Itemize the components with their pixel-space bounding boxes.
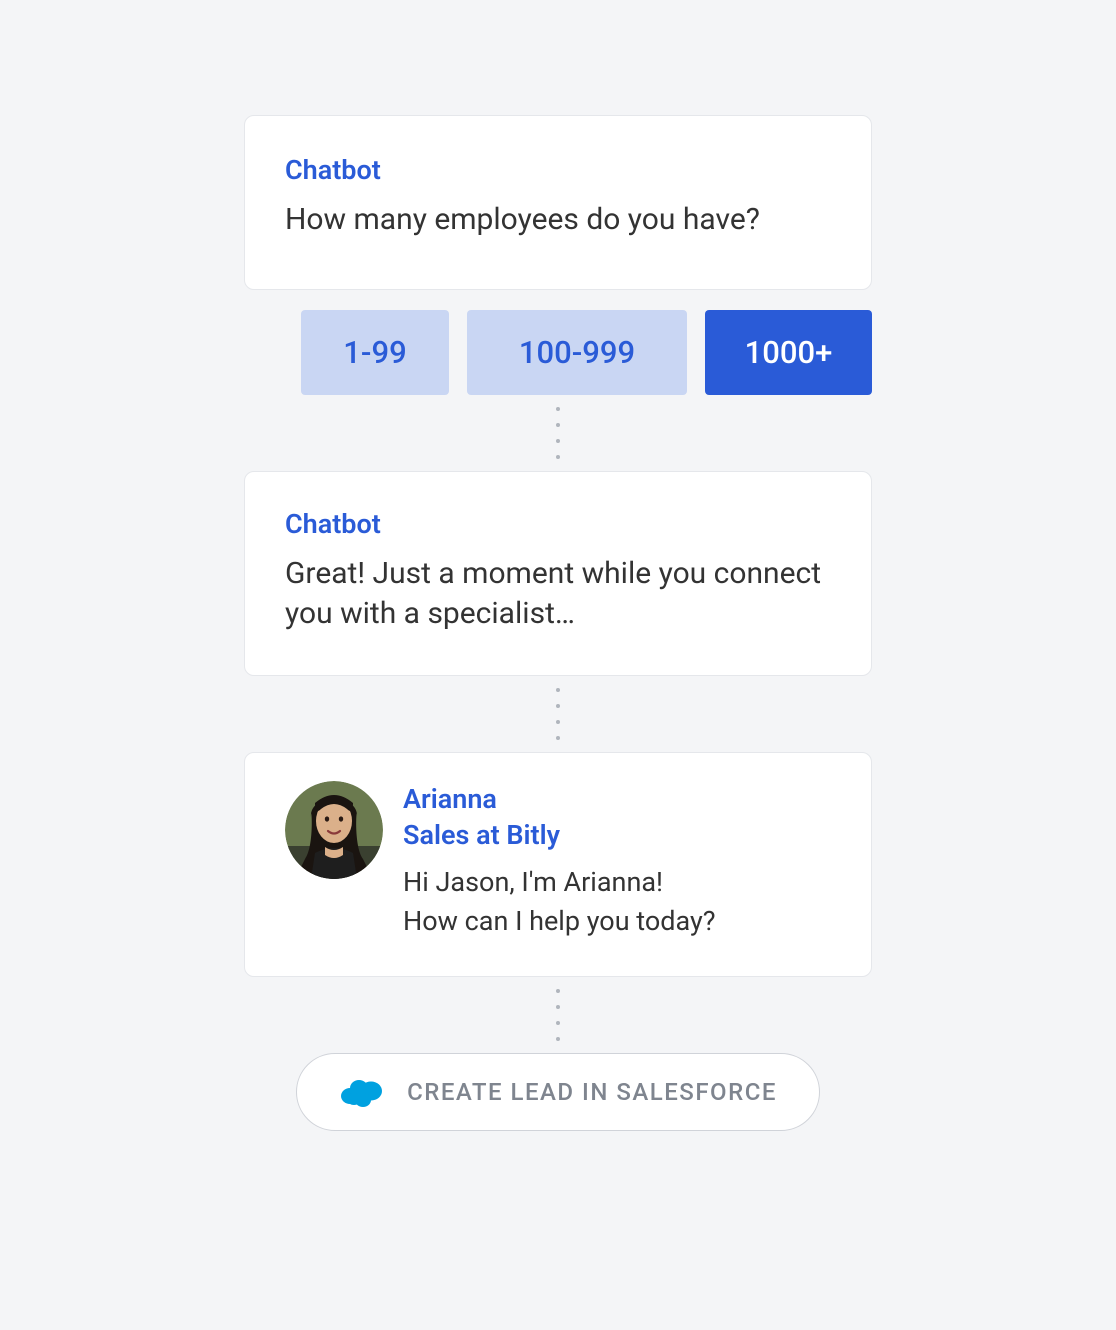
dot (556, 1021, 560, 1025)
dot (556, 704, 560, 708)
chatbot-message-card: Chatbot How many employees do you have? (244, 115, 872, 290)
option-1-99[interactable]: 1-99 (301, 310, 449, 395)
agent-message: Hi Jason, I'm Arianna! How can I help yo… (403, 863, 831, 940)
dot (556, 423, 560, 427)
chatbot-sender-label: Chatbot (285, 508, 831, 540)
dot (556, 736, 560, 740)
dot (556, 989, 560, 993)
dot (556, 407, 560, 411)
option-100-999[interactable]: 100-999 (467, 310, 687, 395)
agent-name: Arianna (403, 781, 831, 817)
dot (556, 1005, 560, 1009)
agent-message-card: Arianna Sales at Bitly Hi Jason, I'm Ari… (244, 752, 872, 978)
agent-msg-line2: How can I help you today? (403, 905, 716, 937)
create-lead-label: CREATE LEAD IN SALESFORCE (407, 1078, 777, 1106)
flow-connector-dots (244, 688, 872, 740)
chatbot-sender-label: Chatbot (285, 154, 831, 186)
agent-role: Sales at Bitly (403, 817, 831, 853)
agent-avatar (285, 781, 383, 879)
chatbot-response-card: Chatbot Great! Just a moment while you c… (244, 471, 872, 676)
flow-connector-dots (244, 407, 872, 459)
agent-text-block: Arianna Sales at Bitly Hi Jason, I'm Ari… (403, 781, 831, 941)
chatbot-response-text: Great! Just a moment while you connect y… (285, 554, 831, 635)
agent-msg-line1: Hi Jason, I'm Arianna! (403, 866, 663, 898)
option-1000-plus[interactable]: 1000+ (705, 310, 872, 395)
action-row: CREATE LEAD IN SALESFORCE (244, 1053, 872, 1131)
dot (556, 439, 560, 443)
dot (556, 455, 560, 459)
create-lead-button[interactable]: CREATE LEAD IN SALESFORCE (296, 1053, 820, 1131)
dot (556, 720, 560, 724)
flow-connector-dots (244, 989, 872, 1041)
chatbot-question-text: How many employees do you have? (285, 200, 831, 241)
salesforce-icon (339, 1076, 385, 1108)
dot (556, 688, 560, 692)
employee-options-row: 1-99 100-999 1000+ (244, 310, 872, 395)
dot (556, 1037, 560, 1041)
